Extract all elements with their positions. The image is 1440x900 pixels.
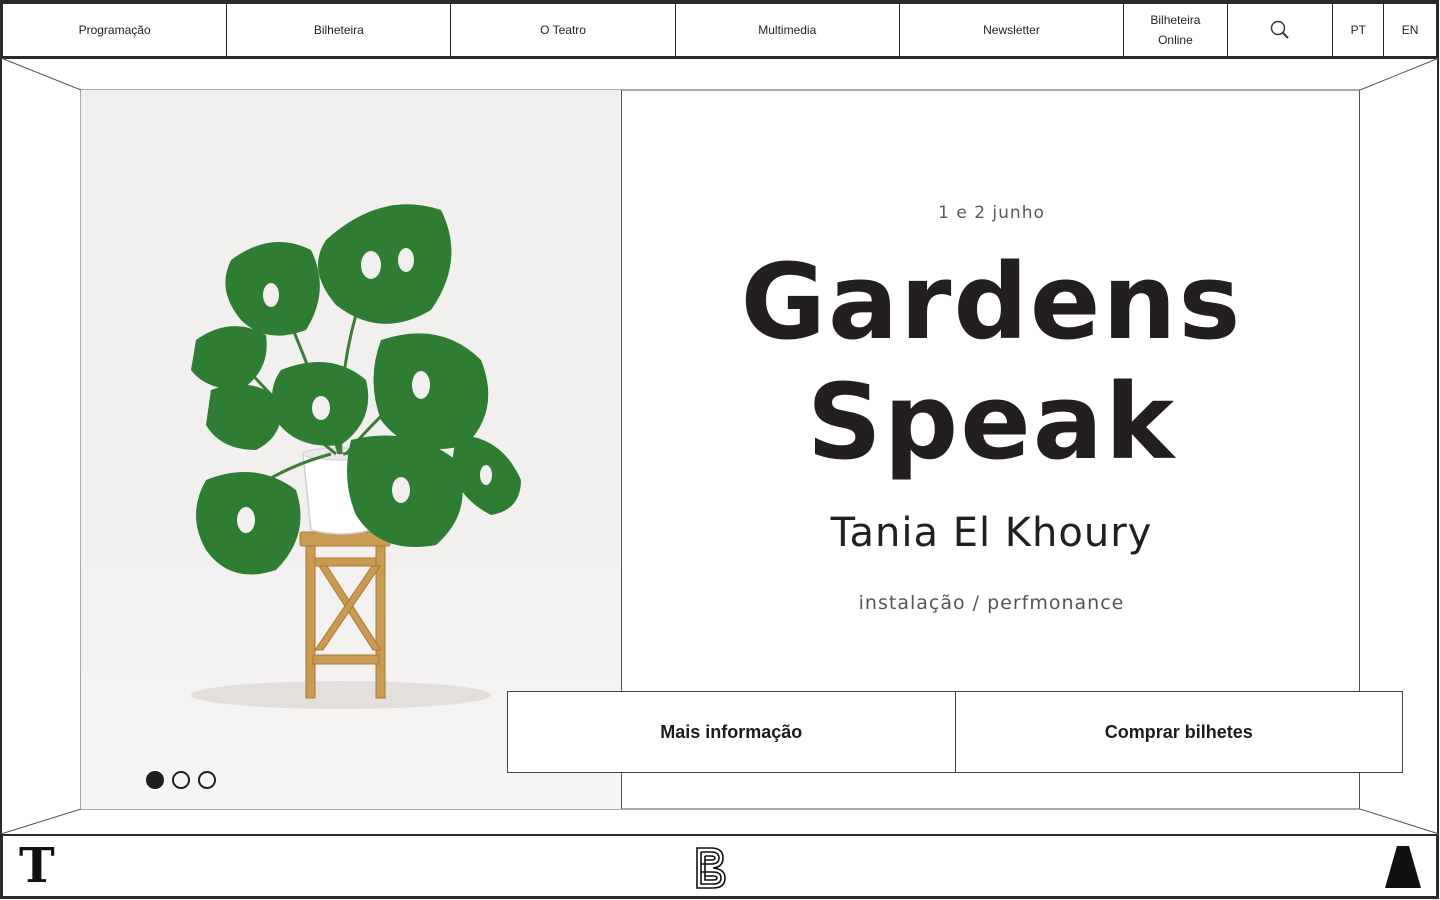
nav-item-newsletter[interactable]: Newsletter bbox=[900, 4, 1125, 56]
b-monogram-logo[interactable] bbox=[691, 846, 731, 890]
nav-item-o-teatro[interactable]: O Teatro bbox=[451, 4, 676, 56]
event-genre: instalação / perfmonance bbox=[858, 592, 1125, 614]
nav-item-multimedia[interactable]: Multimedia bbox=[676, 4, 900, 56]
footer-bar: T bbox=[1, 834, 1438, 898]
carousel-dot[interactable] bbox=[146, 771, 164, 789]
nav-item-label: Bilheteira Online bbox=[1150, 13, 1201, 47]
nav-item-label: O Teatro bbox=[540, 23, 586, 37]
nav-item-bilheteira-online[interactable]: Bilheteira Online bbox=[1124, 4, 1228, 56]
t-logo[interactable]: T bbox=[19, 838, 55, 894]
carousel-dot[interactable] bbox=[198, 771, 216, 789]
triangle-logo[interactable] bbox=[1383, 846, 1423, 888]
lang-pt-label: PT bbox=[1350, 23, 1366, 37]
lang-pt-button[interactable]: PT bbox=[1333, 4, 1385, 56]
event-artist: Tania El Khoury bbox=[830, 510, 1153, 556]
nav-item-label: Bilheteira bbox=[313, 23, 364, 37]
buy-tickets-button[interactable]: Comprar bilhetes bbox=[954, 692, 1402, 772]
lang-en-button[interactable]: EN bbox=[1384, 4, 1436, 56]
nav-item-label: Programação bbox=[78, 23, 151, 37]
search-icon bbox=[1270, 20, 1289, 39]
hero-actions: Mais informação Comprar bilhetes bbox=[507, 691, 1403, 773]
nav-item-bilheteira[interactable]: Bilheteira bbox=[227, 4, 452, 56]
lang-en-label: EN bbox=[1401, 23, 1419, 37]
nav-item-label: Newsletter bbox=[983, 23, 1040, 37]
more-info-button[interactable]: Mais informação bbox=[508, 692, 955, 772]
event-date: 1 e 2 junho bbox=[938, 203, 1045, 223]
carousel-dots bbox=[146, 771, 216, 789]
search-button[interactable] bbox=[1228, 4, 1334, 56]
nav-item-label: Multimedia bbox=[758, 23, 817, 37]
nav-item-programacao[interactable]: Programação bbox=[3, 4, 228, 56]
carousel-dot[interactable] bbox=[172, 771, 190, 789]
top-navigation: Programação Bilheteira O Teatro Multimed… bbox=[1, 2, 1438, 58]
event-title: Gardens Speak bbox=[740, 241, 1243, 483]
